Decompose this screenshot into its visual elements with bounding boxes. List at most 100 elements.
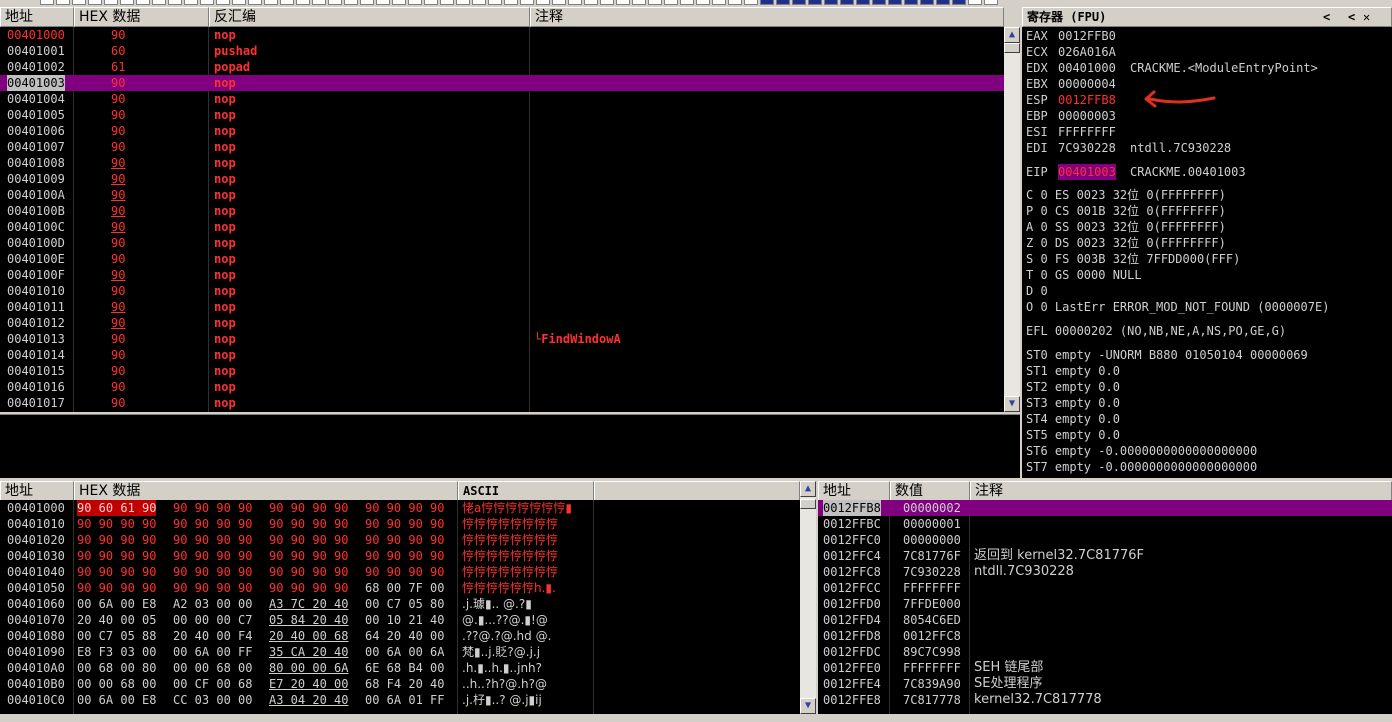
dump-row[interactable]: 004010C0 00 6A 00 E8 CC 03 00 00 A3 04 20 4…: [0, 692, 800, 708]
disasm-row[interactable]: 00401011 90 nop: [0, 299, 1004, 315]
toolbar-button[interactable]: [984, 0, 998, 5]
stack-header-value[interactable]: 数值: [890, 481, 970, 501]
disasm-row[interactable]: 0040100C 90 nop: [0, 219, 1004, 235]
disasm-row[interactable]: 0040100A 90 nop: [0, 187, 1004, 203]
toolbar-button[interactable]: [344, 0, 358, 5]
toolbar-button[interactable]: [664, 0, 678, 5]
stack-row[interactable]: 0012FFCC FFFFFFFF: [818, 580, 1392, 596]
disasm-row[interactable]: 00401009 90 nop: [0, 171, 1004, 187]
toolbar-button[interactable]: [104, 0, 118, 5]
scroll-up-icon[interactable]: ▲: [1004, 27, 1020, 43]
toolbar-button[interactable]: [856, 0, 870, 5]
disasm-row[interactable]: 0040100B 90 nop: [0, 203, 1004, 219]
dump-row[interactable]: 004010B0 00 00 68 00 00 CF 00 68 E7 20 40 0…: [0, 676, 800, 692]
toolbar-button[interactable]: [472, 0, 486, 5]
dump-row[interactable]: 00401090 E8 F3 03 00 00 6A 00 FF 35 CA 20 4…: [0, 644, 800, 660]
stack-header-comment[interactable]: 注释: [970, 481, 1392, 501]
stack-pane[interactable]: 0012FFB8 00000002 0012FFBC 00000001 0012FFC0…: [818, 500, 1392, 714]
dump-row[interactable]: 00401060 00 6A 00 E8 A2 03 00 00 A3 7C 20 4…: [0, 596, 800, 612]
fpu-line[interactable]: ST3 empty 0.0: [1026, 395, 1120, 411]
disasm-row[interactable]: 00401012 90 nop: [0, 315, 1004, 331]
toolbar-button[interactable]: [920, 0, 934, 5]
disasm-row[interactable]: 00401013 90 nop └FindWindowA: [0, 331, 1004, 347]
toolbar-button[interactable]: [216, 0, 230, 5]
dump-row[interactable]: 00401040 90 90 90 90 90 90 90 90 90 90 90 9…: [0, 564, 800, 580]
toolbar-button[interactable]: [184, 0, 198, 5]
flag-line[interactable]: A 0 SS 0023 32位 0(FFFFFFFF): [1026, 219, 1226, 235]
toolbar-button[interactable]: [72, 0, 86, 5]
toolbar-button[interactable]: [360, 0, 374, 5]
toolbar-button[interactable]: [680, 0, 694, 5]
toolbar-button[interactable]: [872, 0, 886, 5]
disasm-row[interactable]: 00401005 90 nop: [0, 107, 1004, 123]
dump-scrollbar[interactable]: ▲ ▼: [800, 481, 816, 714]
toolbar-button[interactable]: [520, 0, 534, 5]
toolbar-button[interactable]: [440, 0, 454, 5]
toolbar-button[interactable]: [632, 0, 646, 5]
flag-line[interactable]: T 0 GS 0000 NULL: [1026, 267, 1142, 283]
fpu-line[interactable]: ST6 empty -0.0000000000000000000: [1026, 443, 1257, 459]
toolbar-button[interactable]: [568, 0, 582, 5]
toolbar-button[interactable]: [120, 0, 134, 5]
toolbar-button[interactable]: [40, 0, 54, 5]
disasm-header-comment[interactable]: 注释: [530, 7, 1004, 27]
disasm-row[interactable]: 0040100F 90 nop: [0, 267, 1004, 283]
disasm-header-addr[interactable]: 地址: [0, 7, 74, 27]
stack-row[interactable]: 0012FFC4 7C81776F 返回到 kernel32.7C81776F: [818, 548, 1392, 564]
dump-row[interactable]: 00401030 90 90 90 90 90 90 90 90 90 90 90 9…: [0, 548, 800, 564]
dump-row[interactable]: 00401000 90 60 61 90 90 90 90 90 90 90 90 9…: [0, 500, 800, 516]
toolbar-button[interactable]: [200, 0, 214, 5]
register-eip[interactable]: EIP 00401003 CRACKME.00401003: [1026, 164, 1386, 180]
dump-pane[interactable]: 00401000 90 60 61 90 90 90 90 90 90 90 90 9…: [0, 500, 800, 714]
disasm-row[interactable]: 0040100D 90 nop: [0, 235, 1004, 251]
disasm-header-disasm[interactable]: 反汇编: [209, 7, 530, 27]
toolbar-button[interactable]: [616, 0, 630, 5]
register-ecx[interactable]: ECX 026A016A: [1026, 44, 1386, 60]
disasm-row[interactable]: 00401015 90 nop: [0, 363, 1004, 379]
dump-row[interactable]: 00401010 90 90 90 90 90 90 90 90 90 90 90 9…: [0, 516, 800, 532]
fpu-line[interactable]: ST2 empty 0.0: [1026, 379, 1120, 395]
register-edi[interactable]: EDI 7C930228 ntdll.7C930228: [1026, 140, 1386, 156]
stack-row[interactable]: 0012FFB8 00000002: [818, 500, 1392, 516]
flag-line[interactable]: C 0 ES 0023 32位 0(FFFFFFFF): [1026, 187, 1226, 203]
disasm-row[interactable]: 00401016 90 nop: [0, 379, 1004, 395]
flag-line[interactable]: P 0 CS 001B 32位 0(FFFFFFFF): [1026, 203, 1226, 219]
stack-header-addr[interactable]: 地址: [818, 481, 890, 501]
disasm-row[interactable]: 00401017 90 nop: [0, 395, 1004, 411]
fpu-line[interactable]: ST5 empty 0.0: [1026, 427, 1120, 443]
fpu-line[interactable]: ST4 empty 0.0: [1026, 411, 1120, 427]
toolbar-button[interactable]: [952, 0, 966, 5]
scroll-down-icon[interactable]: ▼: [1004, 396, 1020, 412]
disasm-row[interactable]: 00401003 90 nop: [0, 75, 1004, 91]
flag-line[interactable]: O 0 LastErr ERROR_MOD_NOT_FOUND (0000007…: [1026, 299, 1329, 315]
toolbar-button[interactable]: [600, 0, 614, 5]
toolbar-button[interactable]: [264, 0, 278, 5]
disasm-row[interactable]: 0040100E 90 nop: [0, 251, 1004, 267]
toolbar-button[interactable]: [760, 0, 774, 5]
registers-prev-button[interactable]: <: [1323, 8, 1330, 26]
register-eax[interactable]: EAX 0012FFB0: [1026, 28, 1386, 44]
disasm-row[interactable]: 00401002 61 popad: [0, 59, 1004, 75]
disasm-row[interactable]: 00401001 60 pushad: [0, 43, 1004, 59]
dump-row[interactable]: 00401070 20 40 00 05 00 00 00 C7 05 84 20 4…: [0, 612, 800, 628]
toolbar-button[interactable]: [504, 0, 518, 5]
dump-row[interactable]: 00401050 90 90 90 90 90 90 90 90 90 90 90 9…: [0, 580, 800, 596]
toolbar-button[interactable]: [168, 0, 182, 5]
fpu-line[interactable]: ST7 empty -0.0000000000000000000: [1026, 459, 1257, 475]
scroll-down-icon[interactable]: ▼: [800, 698, 816, 714]
scroll-thumb[interactable]: [1004, 43, 1020, 53]
registers-close-icon[interactable]: ✕: [1363, 8, 1370, 26]
dump-header-hex[interactable]: HEX 数据: [74, 481, 458, 501]
stack-row[interactable]: 0012FFC0 00000000: [818, 532, 1392, 548]
toolbar-button[interactable]: [328, 0, 342, 5]
disasm-row[interactable]: 00401014 90 nop: [0, 347, 1004, 363]
toolbar-button[interactable]: [392, 0, 406, 5]
disasm-row[interactable]: 00401004 90 nop: [0, 91, 1004, 107]
toolbar-button[interactable]: [696, 0, 710, 5]
toolbar-button[interactable]: [280, 0, 294, 5]
toolbar-button[interactable]: [648, 0, 662, 5]
toolbar-button[interactable]: [424, 0, 438, 5]
disassembly-pane[interactable]: 00401000 90 nop 00401001 60 pushad 00401002 61 p…: [0, 27, 1004, 412]
disasm-scrollbar[interactable]: ▲ ▼: [1004, 27, 1020, 412]
toolbar-button[interactable]: [376, 0, 390, 5]
